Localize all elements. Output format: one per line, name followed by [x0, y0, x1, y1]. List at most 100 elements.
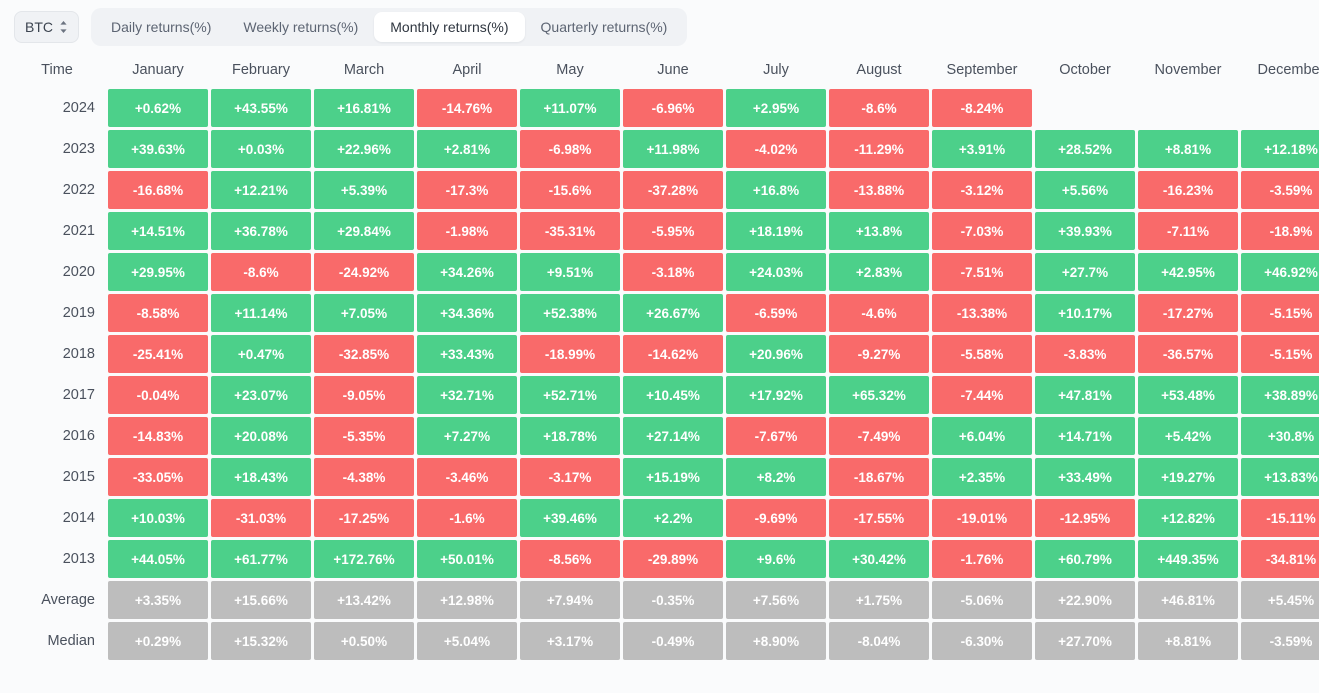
- column-header-august: August: [856, 62, 902, 78]
- cell-positive: +30.8%: [1241, 417, 1319, 455]
- cell-positive: +2.2%: [623, 499, 723, 537]
- cell-empty: [1138, 89, 1238, 127]
- cell-positive: +449.35%: [1138, 540, 1238, 578]
- cell-summary: +7.94%: [520, 581, 620, 619]
- cell-positive: +5.39%: [314, 171, 414, 209]
- cell-negative: -13.38%: [932, 294, 1032, 332]
- toolbar: BTC Daily returns(%) Weekly returns(%) M…: [0, 0, 1319, 51]
- cell-positive: +29.84%: [314, 212, 414, 250]
- cell-positive: +27.14%: [623, 417, 723, 455]
- cell-negative: -7.44%: [932, 376, 1032, 414]
- cell-positive: +2.81%: [417, 130, 517, 168]
- cell-positive: +33.49%: [1035, 458, 1135, 496]
- cell-negative: -4.02%: [726, 130, 826, 168]
- header-row: Time January February March April May Ju…: [9, 54, 1319, 86]
- cell-negative: -8.6%: [211, 253, 311, 291]
- column-header-july: July: [763, 62, 789, 78]
- column-header-december: December: [1257, 62, 1319, 78]
- cell-positive: +7.05%: [314, 294, 414, 332]
- cell-positive: +2.83%: [829, 253, 929, 291]
- cell-negative: -9.27%: [829, 335, 929, 373]
- cell-positive: +33.43%: [417, 335, 517, 373]
- tab-quarterly-returns[interactable]: Quarterly returns(%): [525, 12, 684, 42]
- cell-negative: -1.6%: [417, 499, 517, 537]
- cell-negative: -5.15%: [1241, 335, 1319, 373]
- table-row: 2021 +14.51% +36.78% +29.84% -1.98% -35.31% -5…: [9, 212, 1319, 250]
- cell-negative: -4.38%: [314, 458, 414, 496]
- cell-negative: -17.25%: [314, 499, 414, 537]
- cell-negative: -34.81%: [1241, 540, 1319, 578]
- cell-positive: +39.93%: [1035, 212, 1135, 250]
- cell-negative: -6.59%: [726, 294, 826, 332]
- asset-selector[interactable]: BTC: [14, 10, 79, 43]
- cell-negative: -5.15%: [1241, 294, 1319, 332]
- cell-negative: -7.03%: [932, 212, 1032, 250]
- cell-positive: +15.19%: [623, 458, 723, 496]
- cell-summary: -0.49%: [623, 622, 723, 660]
- chevron-up-down-icon: [59, 20, 68, 34]
- column-header-april: April: [452, 62, 482, 78]
- cell-negative: -25.41%: [108, 335, 208, 373]
- tab-daily-returns[interactable]: Daily returns(%): [95, 12, 227, 42]
- table-row: 2019 -8.58% +11.14% +7.05% +34.36% +52.38% +26…: [9, 294, 1319, 332]
- cell-positive: +36.78%: [211, 212, 311, 250]
- cell-positive: +20.08%: [211, 417, 311, 455]
- row-header-2015: 2015: [62, 469, 95, 485]
- cell-negative: -17.55%: [829, 499, 929, 537]
- cell-positive: +11.98%: [623, 130, 723, 168]
- cell-positive: +9.6%: [726, 540, 826, 578]
- cell-positive: +16.81%: [314, 89, 414, 127]
- row-header-2014: 2014: [62, 510, 95, 526]
- cell-summary: +12.98%: [417, 581, 517, 619]
- cell-positive: +2.35%: [932, 458, 1032, 496]
- cell-positive: +65.32%: [829, 376, 929, 414]
- cell-positive: +24.03%: [726, 253, 826, 291]
- row-header-2022: 2022: [62, 182, 95, 198]
- cell-negative: -1.98%: [417, 212, 517, 250]
- cell-negative: -13.88%: [829, 171, 929, 209]
- cell-negative: -37.28%: [623, 171, 723, 209]
- row-header-median: Median: [47, 633, 95, 649]
- table-row: 2023 +39.63% +0.03% +22.96% +2.81% -6.98% +11.…: [9, 130, 1319, 168]
- column-header-may: May: [556, 62, 584, 78]
- tab-monthly-returns[interactable]: Monthly returns(%): [374, 11, 525, 42]
- cell-negative: -6.96%: [623, 89, 723, 127]
- cell-negative: -15.6%: [520, 171, 620, 209]
- cell-positive: +22.96%: [314, 130, 414, 168]
- cell-summary: +13.42%: [314, 581, 414, 619]
- cell-negative: -18.67%: [829, 458, 929, 496]
- cell-empty: [1241, 89, 1319, 127]
- cell-positive: +172.76%: [314, 540, 414, 578]
- cell-negative: -18.99%: [520, 335, 620, 373]
- cell-positive: +53.48%: [1138, 376, 1238, 414]
- cell-positive: +8.2%: [726, 458, 826, 496]
- cell-positive: +13.83%: [1241, 458, 1319, 496]
- cell-negative: -3.17%: [520, 458, 620, 496]
- asset-selector-label: BTC: [25, 18, 53, 35]
- cell-summary: +8.90%: [726, 622, 826, 660]
- cell-positive: +47.81%: [1035, 376, 1135, 414]
- row-header-2023: 2023: [62, 141, 95, 157]
- cell-negative: -33.05%: [108, 458, 208, 496]
- cell-positive: +46.92%: [1241, 253, 1319, 291]
- cell-negative: -16.23%: [1138, 171, 1238, 209]
- cell-positive: +17.92%: [726, 376, 826, 414]
- cell-summary: +15.32%: [211, 622, 311, 660]
- tab-weekly-returns[interactable]: Weekly returns(%): [227, 12, 374, 42]
- cell-negative: -7.67%: [726, 417, 826, 455]
- table-row: 2016 -14.83% +20.08% -5.35% +7.27% +18.78% +27…: [9, 417, 1319, 455]
- cell-negative: -15.11%: [1241, 499, 1319, 537]
- cell-positive: +16.8%: [726, 171, 826, 209]
- cell-negative: -8.56%: [520, 540, 620, 578]
- cell-positive: +14.71%: [1035, 417, 1135, 455]
- cell-summary: +5.45%: [1241, 581, 1319, 619]
- heatmap-container: Time January February March April May Ju…: [0, 51, 1319, 663]
- cell-negative: -18.9%: [1241, 212, 1319, 250]
- row-header-2017: 2017: [62, 387, 95, 403]
- cell-summary: +3.17%: [520, 622, 620, 660]
- cell-summary: -6.30%: [932, 622, 1032, 660]
- cell-positive: +0.62%: [108, 89, 208, 127]
- cell-summary: -5.06%: [932, 581, 1032, 619]
- cell-positive: +19.27%: [1138, 458, 1238, 496]
- table-row: 2017 -0.04% +23.07% -9.05% +32.71% +52.71% +10…: [9, 376, 1319, 414]
